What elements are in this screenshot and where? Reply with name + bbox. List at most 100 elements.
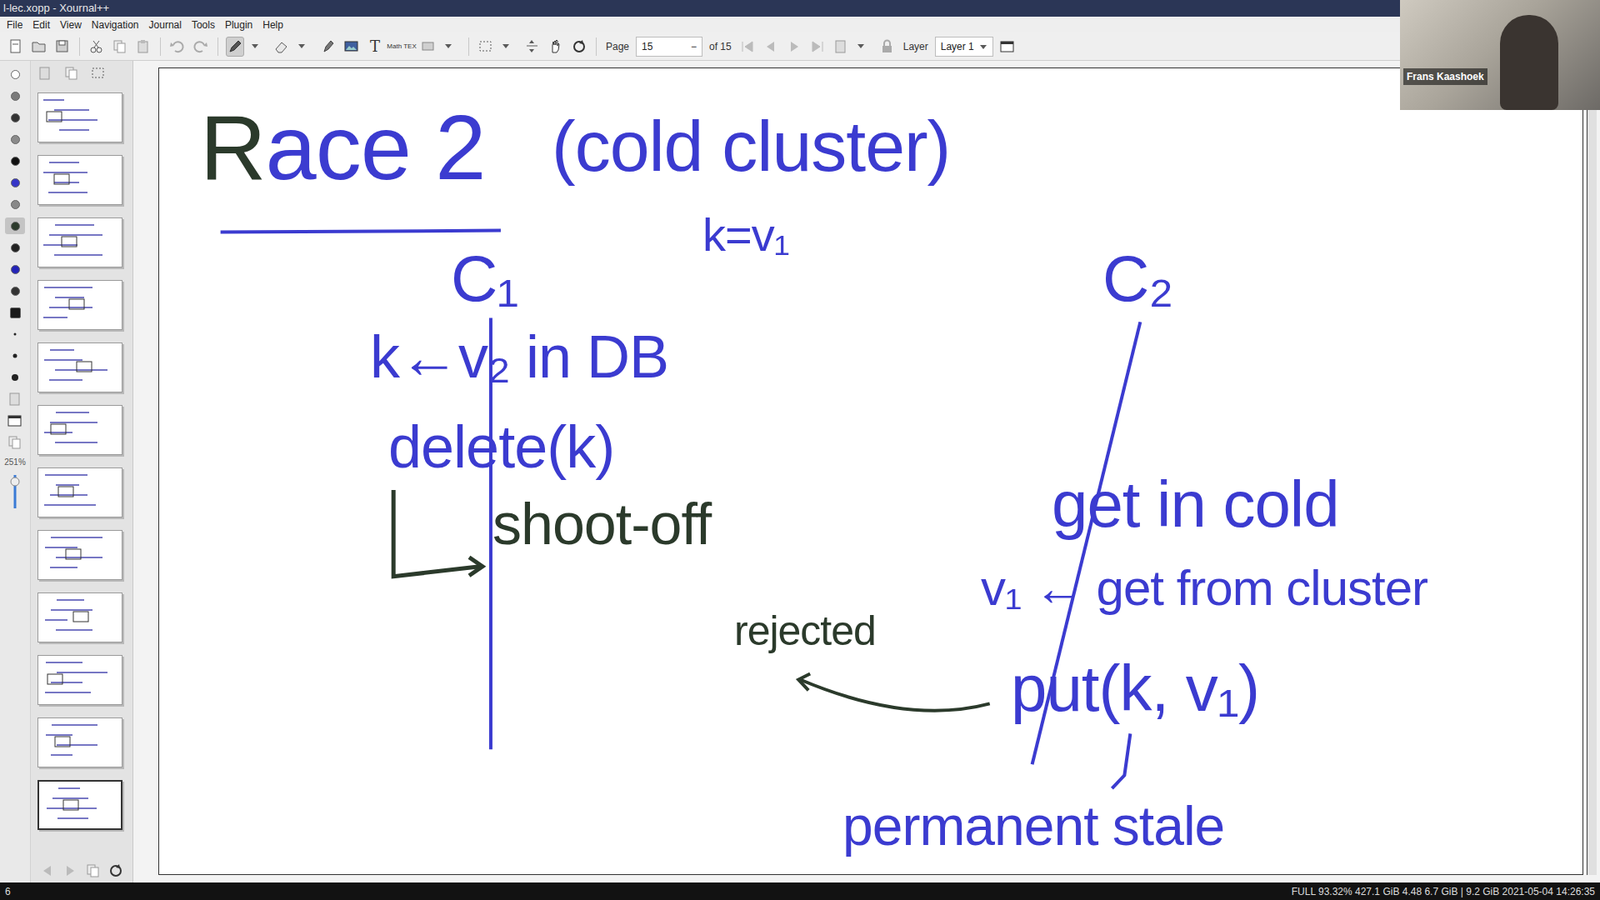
select-button[interactable] [476,36,495,57]
sidebar-tab[interactable] [35,63,55,84]
insert-side-button[interactable] [5,390,25,408]
color-button[interactable] [5,130,25,148]
page-label: Page [604,39,631,55]
pen-size-button[interactable] [5,347,25,365]
menu-item[interactable]: File [6,17,23,33]
fullscreen-side-button[interactable] [5,412,25,430]
app-window: l-lec.xopp - Xournal++FileEditViewNaviga… [0,0,1600,900]
thumbnail-sketch-icon [38,593,122,642]
first-button[interactable] [738,36,757,57]
menu-item[interactable]: Tools [191,17,215,33]
page-thumbnail[interactable] [37,530,123,580]
color-button[interactable] [5,195,25,213]
menu-item[interactable]: View [60,17,82,33]
page-thumbnail[interactable] [37,280,123,330]
highlighter-button[interactable] [319,36,338,57]
sidebar-tab[interactable] [62,63,81,84]
menu-item[interactable]: Help [262,17,284,33]
separator [468,37,470,56]
next-icon [785,38,803,55]
shape-button[interactable] [419,36,438,57]
menu-item[interactable]: Edit [32,17,50,33]
hand-button[interactable] [546,36,565,57]
page-thumbnail-list [30,85,133,860]
dropdown-button[interactable] [500,36,519,57]
color-button[interactable] [5,282,25,300]
pen-size-button[interactable] [5,325,25,343]
copy-side-button[interactable] [5,434,25,451]
sidebar-next-button[interactable] [60,860,80,881]
page-field[interactable]: 15− [635,36,703,57]
last-button[interactable] [808,36,827,57]
text-tool-button[interactable]: T [365,36,385,57]
last-icon [809,38,826,55]
shape-icon [420,38,437,55]
sidebar-copy-button[interactable] [84,860,103,881]
page-thumbnail[interactable] [37,780,123,830]
new-button[interactable] [6,36,25,57]
page-thumbnail[interactable] [37,92,123,143]
color-button[interactable] [5,304,25,321]
menu-item[interactable]: Plugin [225,17,253,33]
dropdown-button[interactable] [295,36,315,57]
dropdown-button[interactable] [249,36,268,57]
color-button[interactable] [5,65,25,83]
handwritten-note: k←v₂ in DB [370,326,669,387]
dropdown-button[interactable] [442,36,461,57]
math-tool-button[interactable]: Math TEX [389,36,415,57]
thumbnail-sketch-icon [38,718,122,767]
vertical-scrollbar[interactable] [1586,67,1597,875]
vspace-button[interactable] [523,36,542,57]
dropdown-icon [296,38,314,55]
color-button[interactable] [5,260,25,278]
menu-item[interactable]: Journal [149,17,182,33]
undo-button[interactable] [168,36,187,57]
page-thumbnail[interactable] [37,467,123,518]
sidebar-tab[interactable] [89,63,108,84]
prev-button[interactable] [761,36,780,57]
copy-button[interactable] [110,36,130,57]
page-thumbnail[interactable] [37,717,123,768]
slide-subtitle: (cold cluster) [551,110,950,182]
menu-item[interactable]: Navigation [91,17,140,33]
insert-button[interactable] [831,36,850,57]
fullscreen-button[interactable] [998,36,1017,57]
open-icon [30,38,48,55]
color-button[interactable] [5,109,25,126]
page-thumbnail[interactable] [37,592,123,643]
paste-button[interactable] [134,36,153,57]
color-button[interactable] [5,239,25,256]
rotate-button[interactable] [570,36,589,57]
color-button[interactable] [5,87,25,105]
color-button[interactable] [5,217,25,235]
color-swatch [10,113,20,123]
page-thumbnail[interactable] [37,405,123,455]
layer-dropdown[interactable]: Layer 1 [935,36,994,57]
sidebar-rotate-button[interactable] [106,860,125,881]
eraser-button[interactable] [272,36,291,57]
lock-button[interactable] [878,36,897,57]
page[interactable]: Race 2(cold cluster)k=v₁C₁C₂k←v₂ in DBde… [158,67,1584,875]
thumbnail-sketch-icon [38,280,122,330]
zoom-out-button[interactable]: − [690,39,697,55]
page-thumbnail[interactable] [37,655,123,705]
save-button[interactable] [53,36,72,57]
sidebar-prev-button[interactable] [38,860,57,881]
webcam-person [1500,15,1559,110]
color-button[interactable] [5,174,25,191]
insert-icon [36,65,54,82]
next-button[interactable] [785,36,804,57]
cut-button[interactable] [87,36,106,57]
pen-size-button[interactable] [5,369,25,386]
page-thumbnail[interactable] [37,155,123,205]
page-thumbnail[interactable] [37,342,123,393]
redo-button[interactable] [191,36,210,57]
page-thumbnail[interactable] [37,217,123,268]
color-button[interactable] [5,152,25,170]
image-button[interactable] [342,36,361,57]
toolbar: TMath TEXPage15−of 15LayerLayer 1 [0,32,1600,61]
open-button[interactable] [30,36,49,57]
pen-button[interactable] [225,36,245,57]
insert-icon [6,390,24,408]
dropdown-button[interactable] [855,36,874,57]
